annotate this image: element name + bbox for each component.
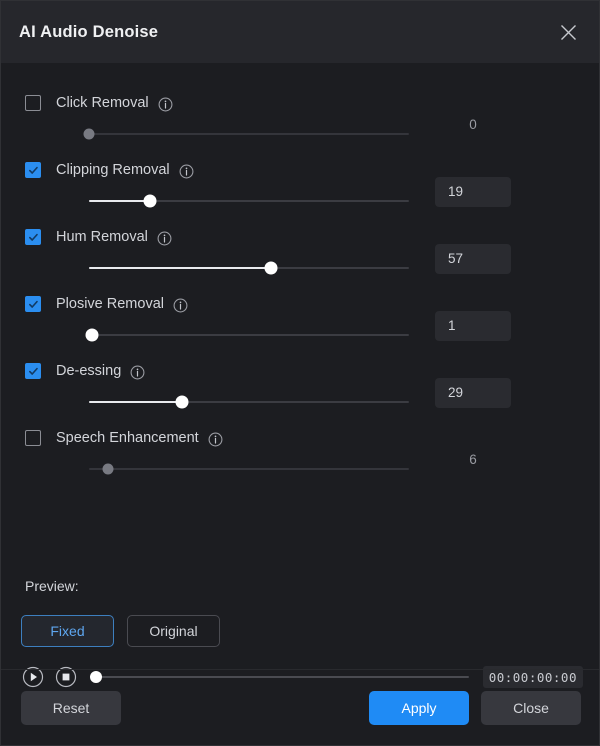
dialog-body: Click Removal 0 Clipping Removal 19 Hum Remo… (1, 63, 599, 669)
value-input-2[interactable]: 57 (435, 244, 511, 274)
value-text-0: 0 (435, 110, 511, 140)
preview-toggle-group: Fixed Original (21, 615, 220, 647)
reset-button[interactable]: Reset (21, 691, 121, 725)
slider-thumb[interactable] (86, 329, 99, 342)
denoise-option-row: Click Removal 0 (19, 91, 581, 158)
slider-track (89, 133, 409, 135)
option-slider[interactable] (71, 125, 409, 143)
info-icon[interactable] (157, 231, 172, 246)
ai-audio-denoise-dialog: AI Audio Denoise Click Removal 0 Clipping … (0, 0, 600, 746)
option-label: Hum Removal (56, 229, 148, 245)
option-slider[interactable] (71, 460, 409, 478)
preview-label: Preview: (25, 578, 79, 594)
checkbox-0[interactable] (25, 95, 41, 111)
slider-thumb[interactable] (84, 129, 95, 140)
option-label: Click Removal (56, 95, 149, 111)
slider-thumb[interactable] (265, 262, 278, 275)
slider-fill (89, 200, 150, 202)
denoise-option-row: Hum Removal 57 (19, 225, 581, 292)
slider-fill (89, 267, 271, 269)
slider-track (89, 468, 409, 470)
apply-button[interactable]: Apply (369, 691, 469, 725)
value-text-5: 6 (435, 445, 511, 475)
info-icon[interactable] (179, 164, 194, 179)
denoise-option-row: Plosive Removal 1 (19, 292, 581, 359)
slider-track (89, 334, 409, 336)
denoise-options-list: Click Removal 0 Clipping Removal 19 Hum Remo… (19, 91, 581, 493)
option-label: Plosive Removal (56, 296, 164, 312)
option-slider[interactable] (71, 192, 409, 210)
denoise-option-row: Clipping Removal 19 (19, 158, 581, 225)
denoise-option-row: Speech Enhancement 6 (19, 426, 581, 493)
value-input-1[interactable]: 19 (435, 177, 511, 207)
denoise-option-row: De-essing 29 (19, 359, 581, 426)
value-input-3[interactable]: 1 (435, 311, 511, 341)
slider-thumb[interactable] (143, 195, 156, 208)
option-label: De-essing (56, 363, 121, 379)
option-slider[interactable] (71, 326, 409, 344)
close-button[interactable]: Close (481, 691, 581, 725)
dialog-titlebar: AI Audio Denoise (1, 1, 599, 63)
option-slider[interactable] (71, 393, 409, 411)
dialog-footer: Reset Apply Close (1, 669, 599, 745)
value-input-4[interactable]: 29 (435, 378, 511, 408)
dialog-title: AI Audio Denoise (19, 23, 158, 42)
option-label: Speech Enhancement (56, 430, 199, 446)
option-label: Clipping Removal (56, 162, 170, 178)
info-icon[interactable] (158, 97, 173, 112)
option-slider[interactable] (71, 259, 409, 277)
slider-thumb[interactable] (103, 464, 114, 475)
preview-fixed-button[interactable]: Fixed (21, 615, 114, 647)
slider-thumb[interactable] (175, 396, 188, 409)
preview-original-button[interactable]: Original (127, 615, 220, 647)
slider-fill (89, 401, 182, 403)
checkbox-3[interactable] (25, 296, 41, 312)
checkbox-1[interactable] (25, 162, 41, 178)
checkbox-2[interactable] (25, 229, 41, 245)
info-icon[interactable] (208, 432, 223, 447)
close-icon[interactable] (551, 15, 585, 49)
info-icon[interactable] (173, 298, 188, 313)
checkbox-4[interactable] (25, 363, 41, 379)
info-icon[interactable] (130, 365, 145, 380)
checkbox-5[interactable] (25, 430, 41, 446)
